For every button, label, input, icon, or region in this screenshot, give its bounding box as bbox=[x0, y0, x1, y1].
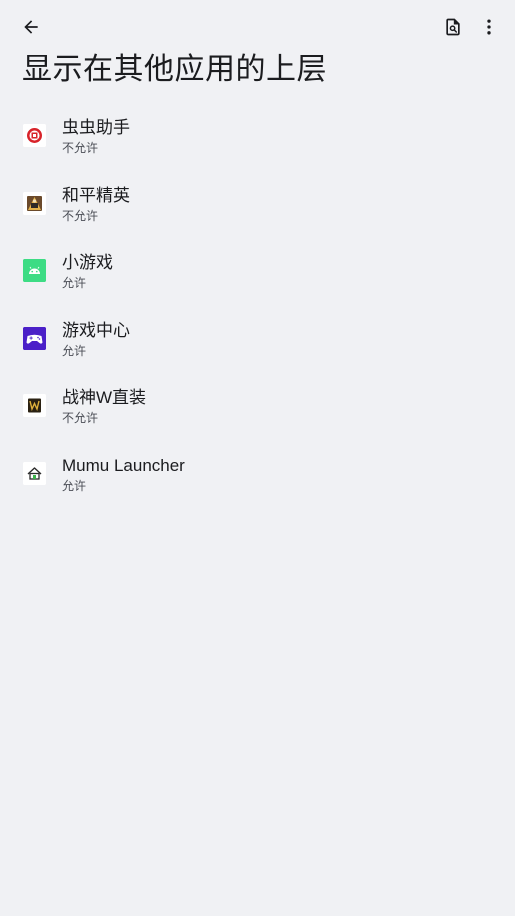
more-options-button[interactable] bbox=[469, 7, 509, 47]
search-button[interactable] bbox=[433, 7, 473, 47]
search-in-page-icon bbox=[446, 18, 460, 36]
home-icon bbox=[23, 461, 46, 485]
app-list-item[interactable]: 和平精英 不允许 bbox=[0, 170, 515, 238]
app-name: 战神W直装 bbox=[62, 388, 147, 408]
app-permission-status: 不允许 bbox=[62, 411, 99, 426]
android-icon bbox=[23, 259, 46, 283]
app-permission-status: 允许 bbox=[62, 478, 87, 493]
app-text: 游戏中心 允许 bbox=[62, 320, 130, 360]
chongchong-icon bbox=[23, 124, 46, 147]
app-permission-status: 不允许 bbox=[62, 208, 99, 223]
app-list-item[interactable]: Mumu Launcher 允许 bbox=[0, 440, 515, 508]
app-list-item[interactable]: 游戏中心 允许 bbox=[0, 305, 515, 373]
app-name: 和平精英 bbox=[62, 185, 130, 205]
app-text: Mumu Launcher 允许 bbox=[62, 455, 185, 495]
overlay-permission-screen: 显示在其他应用的上层 虫虫助手 不允许 和平精英 不允许 小游戏 允许 游戏中心… bbox=[0, 0, 515, 916]
arrow-back-icon bbox=[24, 20, 38, 34]
app-permission-status: 允许 bbox=[62, 343, 87, 358]
app-name: 虫虫助手 bbox=[62, 118, 130, 137]
app-list-item[interactable]: 战神W直装 不允许 bbox=[0, 372, 515, 440]
app-name: Mumu Launcher bbox=[62, 455, 185, 475]
page-title: 显示在其他应用的上层 bbox=[22, 52, 327, 87]
app-text: 和平精英 不允许 bbox=[62, 185, 130, 225]
back-button[interactable] bbox=[11, 7, 51, 47]
heping-icon bbox=[23, 191, 46, 215]
zhanshen-icon bbox=[23, 394, 46, 418]
app-name: 小游戏 bbox=[62, 253, 113, 273]
app-text: 小游戏 允许 bbox=[62, 252, 113, 292]
app-list: 虫虫助手 不允许 和平精英 不允许 小游戏 允许 游戏中心 允许 战神W直装 不… bbox=[0, 102, 515, 508]
gamepad-icon bbox=[23, 326, 46, 350]
more-vert-icon bbox=[487, 19, 491, 35]
app-name: 游戏中心 bbox=[62, 320, 130, 340]
app-list-item[interactable]: 虫虫助手 不允许 bbox=[0, 102, 515, 170]
app-text: 战神W直装 不允许 bbox=[62, 387, 146, 427]
app-list-item[interactable]: 小游戏 允许 bbox=[0, 237, 515, 305]
app-permission-status: 不允许 bbox=[62, 141, 99, 155]
app-permission-status: 允许 bbox=[62, 276, 87, 291]
app-text: 虫虫助手 不允许 bbox=[62, 117, 130, 157]
